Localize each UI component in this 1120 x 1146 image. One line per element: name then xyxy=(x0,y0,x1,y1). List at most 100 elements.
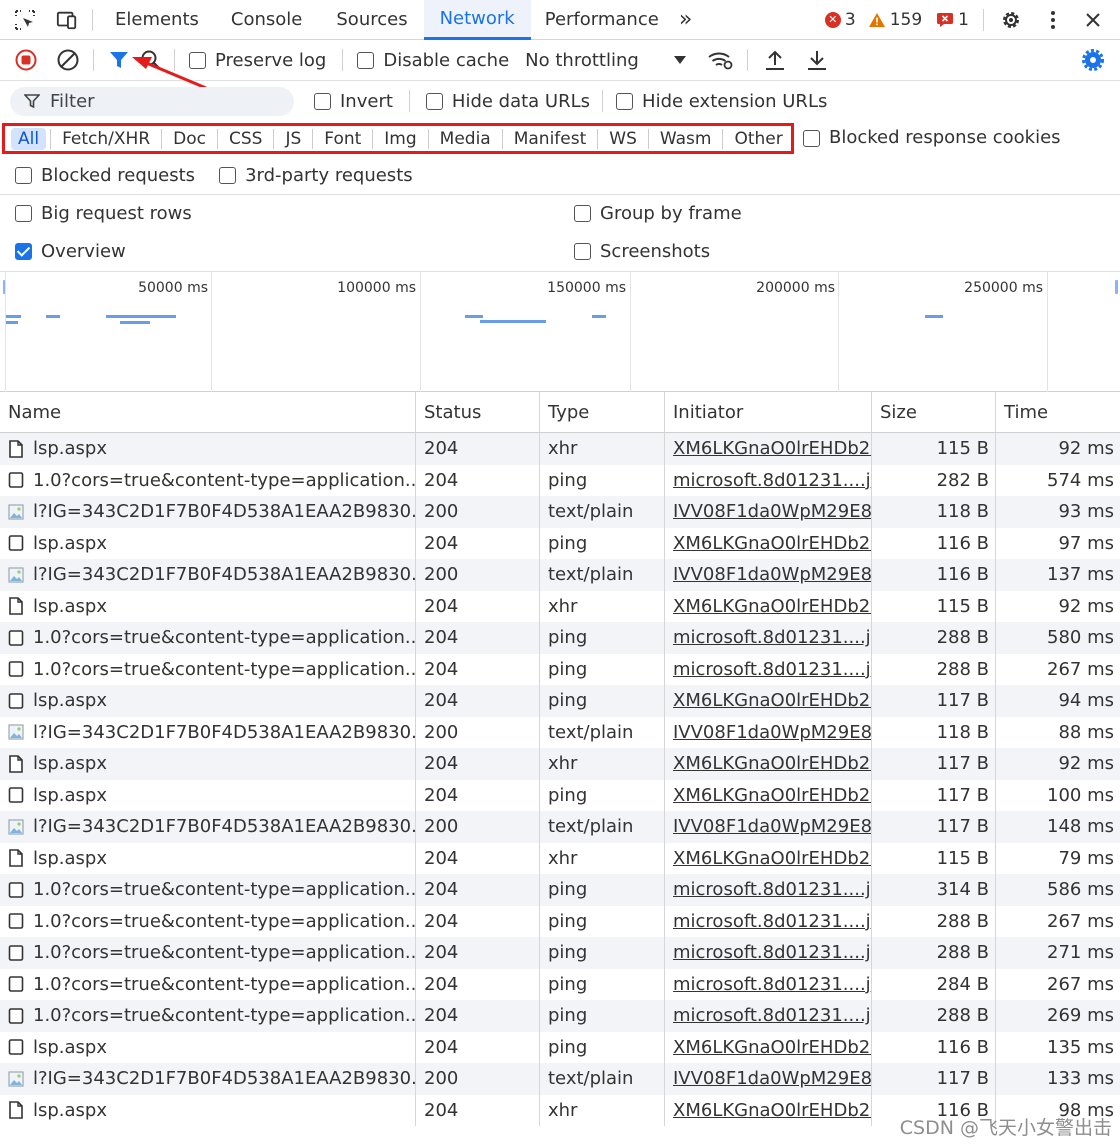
more-options-vertical-icon[interactable] xyxy=(1042,9,1064,31)
table-row[interactable]: lsp.aspx 204 xhr XM6LKGnaO0lrEHDb20 115 B 92 … xyxy=(0,433,1120,465)
cell-name[interactable]: lsp.aspx xyxy=(0,1094,416,1126)
table-row[interactable]: l?IG=343C2D1F7B0F4D538A1EAA2B9830... 200 t… xyxy=(0,559,1120,591)
table-row[interactable]: 1.0?cors=true&content-type=application..… xyxy=(0,653,1120,685)
cell-initiator-link[interactable]: XM6LKGnaO0lrEHDb20 xyxy=(665,527,872,559)
chip-doc[interactable]: Doc xyxy=(166,128,213,150)
overview-timeline[interactable]: 50000 ms 100000 ms 150000 ms 200000 ms 2… xyxy=(0,271,1120,392)
cell-initiator-link[interactable]: XM6LKGnaO0lrEHDb20 xyxy=(665,590,872,622)
tab-console[interactable]: Console xyxy=(213,0,320,40)
hide-data-urls-checkbox[interactable] xyxy=(425,92,443,110)
screenshots-checkbox[interactable] xyxy=(574,242,591,260)
cell-initiator-link[interactable]: IVV08F1da0WpM29E8C xyxy=(665,716,872,748)
network-settings-gear-icon[interactable] xyxy=(1080,49,1106,71)
cell-name[interactable]: 1.0?cors=true&content-type=application..… xyxy=(0,622,416,654)
cell-initiator-link[interactable]: XM6LKGnaO0lrEHDb20 xyxy=(665,779,872,811)
blocked-requests-checkbox[interactable] xyxy=(15,166,32,184)
column-header-size[interactable]: Size xyxy=(872,392,996,432)
stop-recording-icon[interactable] xyxy=(15,49,37,71)
cell-initiator-link[interactable]: IVV08F1da0WpM29E8C xyxy=(665,496,872,528)
chip-fetch-xhr[interactable]: Fetch/XHR xyxy=(55,128,157,150)
table-row[interactable]: l?IG=343C2D1F7B0F4D538A1EAA2B9830... 200 t… xyxy=(0,496,1120,528)
cell-name[interactable]: lsp.aspx xyxy=(0,685,416,717)
cell-name[interactable]: l?IG=343C2D1F7B0F4D538A1EAA2B9830... xyxy=(0,1063,416,1095)
table-row[interactable]: lsp.aspx 204 ping XM6LKGnaO0lrEHDb20 117 B 10… xyxy=(0,779,1120,811)
chevron-down-icon[interactable] xyxy=(669,49,691,71)
cell-name[interactable]: 1.0?cors=true&content-type=application..… xyxy=(0,874,416,906)
chip-img[interactable]: Img xyxy=(377,128,423,150)
cell-initiator-link[interactable]: IVV08F1da0WpM29E8C xyxy=(665,811,872,843)
table-row[interactable]: l?IG=343C2D1F7B0F4D538A1EAA2B9830... 200 t… xyxy=(0,716,1120,748)
table-row[interactable]: 1.0?cors=true&content-type=application..… xyxy=(0,464,1120,496)
filter-input[interactable]: Filter xyxy=(10,86,294,116)
settings-gear-icon[interactable] xyxy=(998,9,1024,31)
cell-initiator-link[interactable]: XM6LKGnaO0lrEHDb20 xyxy=(665,1094,872,1126)
cell-name[interactable]: lsp.aspx xyxy=(0,842,416,874)
chip-other[interactable]: Other xyxy=(727,128,789,150)
cell-name[interactable]: lsp.aspx xyxy=(0,527,416,559)
cell-name[interactable]: 1.0?cors=true&content-type=application..… xyxy=(0,1000,416,1032)
cell-initiator-link[interactable]: microsoft.8d01231....js:2 xyxy=(665,653,872,685)
cell-name[interactable]: lsp.aspx xyxy=(0,748,416,780)
table-row[interactable]: 1.0?cors=true&content-type=application..… xyxy=(0,874,1120,906)
column-header-type[interactable]: Type xyxy=(540,392,665,432)
table-row[interactable]: 1.0?cors=true&content-type=application..… xyxy=(0,1000,1120,1032)
table-row[interactable]: lsp.aspx 204 xhr XM6LKGnaO0lrEHDb20 117 B 92 … xyxy=(0,748,1120,780)
big-request-rows-checkbox[interactable] xyxy=(15,205,32,222)
cell-initiator-link[interactable]: microsoft.8d01231....js:2 xyxy=(665,874,872,906)
chip-ws[interactable]: WS xyxy=(602,128,644,150)
import-har-upload-icon[interactable] xyxy=(764,49,786,71)
disable-cache-checkbox[interactable] xyxy=(357,51,375,69)
cell-initiator-link[interactable]: IVV08F1da0WpM29E8C xyxy=(665,559,872,591)
group-by-frame-checkbox[interactable] xyxy=(574,205,591,222)
tab-sources[interactable]: Sources xyxy=(320,0,423,40)
hide-extension-urls-checkbox[interactable] xyxy=(616,92,634,110)
cell-initiator-link[interactable]: XM6LKGnaO0lrEHDb20 xyxy=(665,685,872,717)
cell-name[interactable]: l?IG=343C2D1F7B0F4D538A1EAA2B9830... xyxy=(0,716,416,748)
cell-name[interactable]: 1.0?cors=true&content-type=application..… xyxy=(0,937,416,969)
cell-initiator-link[interactable]: microsoft.8d01231....js:2 xyxy=(665,937,872,969)
chip-font[interactable]: Font xyxy=(317,128,368,150)
column-header-initiator[interactable]: Initiator xyxy=(665,392,872,432)
cell-name[interactable]: l?IG=343C2D1F7B0F4D538A1EAA2B9830... xyxy=(0,559,416,591)
right-drag-handle[interactable] xyxy=(1115,280,1118,294)
cell-initiator-link[interactable]: IVV08F1da0WpM29E8C xyxy=(665,1063,872,1095)
tab-network[interactable]: Network xyxy=(423,0,531,40)
cell-initiator-link[interactable]: XM6LKGnaO0lrEHDb20 xyxy=(665,842,872,874)
error-count-badge[interactable]: ✕ 3 xyxy=(824,10,856,30)
table-row[interactable]: lsp.aspx 204 ping XM6LKGnaO0lrEHDb20 116 B 13… xyxy=(0,1031,1120,1063)
network-conditions-wifi-icon[interactable] xyxy=(707,49,735,71)
blocked-response-cookies-checkbox[interactable] xyxy=(803,130,820,147)
warning-count-badge[interactable]: 159 xyxy=(868,10,922,30)
cell-initiator-link[interactable]: microsoft.8d01231....js:2 xyxy=(665,968,872,1000)
cell-initiator-link[interactable]: microsoft.8d01231....js:2 xyxy=(665,622,872,654)
throttling-select[interactable]: No throttling xyxy=(525,50,639,71)
column-header-time[interactable]: Time xyxy=(996,392,1120,432)
table-row[interactable]: lsp.aspx 204 xhr XM6LKGnaO0lrEHDb20 115 B 92 … xyxy=(0,590,1120,622)
table-row[interactable]: 1.0?cors=true&content-type=application..… xyxy=(0,622,1120,654)
table-row[interactable]: 1.0?cors=true&content-type=application..… xyxy=(0,937,1120,969)
table-row[interactable]: 1.0?cors=true&content-type=application..… xyxy=(0,968,1120,1000)
tab-elements[interactable]: Elements xyxy=(101,0,213,40)
table-row[interactable]: lsp.aspx 204 xhr XM6LKGnaO0lrEHDb20 115 B 79 … xyxy=(0,842,1120,874)
cell-initiator-link[interactable]: microsoft.8d01231....js:2 xyxy=(665,1000,872,1032)
table-row[interactable]: l?IG=343C2D1F7B0F4D538A1EAA2B9830... 200 t… xyxy=(0,1063,1120,1095)
third-party-requests-checkbox[interactable] xyxy=(219,166,237,184)
chip-wasm[interactable]: Wasm xyxy=(653,128,719,150)
issues-count-badge[interactable]: 1 xyxy=(936,10,969,30)
column-header-status[interactable]: Status xyxy=(416,392,540,432)
chip-media[interactable]: Media xyxy=(433,128,498,150)
cell-name[interactable]: 1.0?cors=true&content-type=application..… xyxy=(0,968,416,1000)
cell-initiator-link[interactable]: microsoft.8d01231....js:2 xyxy=(665,905,872,937)
table-row[interactable]: l?IG=343C2D1F7B0F4D538A1EAA2B9830... 200 t… xyxy=(0,811,1120,843)
cell-name[interactable]: lsp.aspx xyxy=(0,590,416,622)
cell-initiator-link[interactable]: XM6LKGnaO0lrEHDb20 xyxy=(665,433,872,465)
table-row[interactable]: lsp.aspx 204 ping XM6LKGnaO0lrEHDb20 116 B 97… xyxy=(0,527,1120,559)
cell-name[interactable]: lsp.aspx xyxy=(0,433,416,465)
device-toolbar-icon[interactable] xyxy=(56,9,78,31)
cell-name[interactable]: 1.0?cors=true&content-type=application..… xyxy=(0,653,416,685)
cell-name[interactable]: 1.0?cors=true&content-type=application..… xyxy=(0,464,416,496)
chip-js[interactable]: JS xyxy=(278,128,308,150)
chip-manifest[interactable]: Manifest xyxy=(507,128,594,150)
close-icon[interactable] xyxy=(1082,9,1104,31)
tab-performance[interactable]: Performance xyxy=(531,0,673,40)
